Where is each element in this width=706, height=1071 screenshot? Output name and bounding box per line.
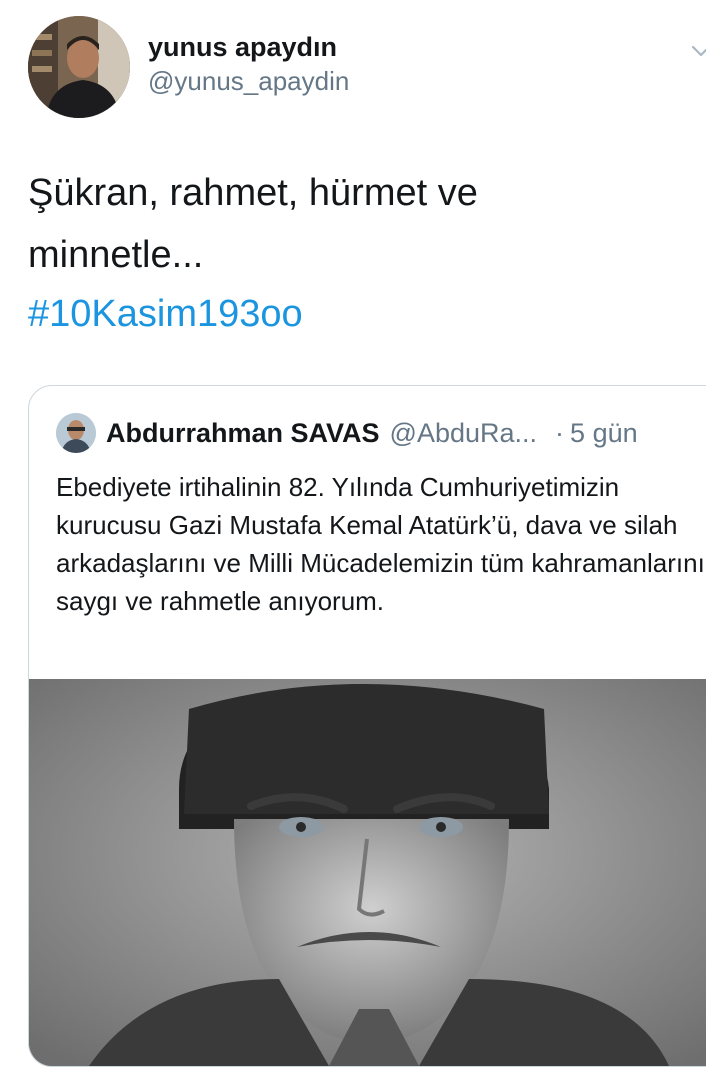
quoted-tweet-header: Abdurrahman SAVAS @AbduRa... · 5 gün: [56, 411, 638, 455]
tweet-text-line: Şükran, rahmet, hürmet ve: [28, 172, 478, 214]
quoted-author-handle: @AbduRa...: [389, 417, 538, 448]
separator-dot: ·: [555, 417, 565, 448]
quoted-tweet[interactable]: Abdurrahman SAVAS @AbduRa... · 5 gün Ebe…: [28, 385, 706, 1067]
tweet-text: Şükran, rahmet, hürmet ve minnetle...: [28, 162, 678, 286]
quoted-tweet-photo[interactable]: [29, 679, 706, 1066]
quoted-tweet-time: 5 gün: [570, 417, 638, 448]
quoted-tweet-text: Ebediyete irtihalinin 82. Yılında Cumhur…: [56, 472, 705, 616]
tweet-text-line: minnetle...: [28, 234, 204, 276]
author-handle[interactable]: @yunus_apaydin: [148, 64, 349, 98]
quoted-author-avatar: [56, 413, 96, 453]
hashtag-link[interactable]: #10Kasim193oo: [28, 288, 303, 340]
chevron-down-icon[interactable]: [690, 40, 706, 62]
author-avatar[interactable]: [28, 16, 130, 118]
author-block: yunus apaydın @yunus_apaydin: [148, 30, 349, 98]
author-name[interactable]: yunus apaydın: [148, 30, 349, 64]
quoted-author-name: Abdurrahman SAVAS: [106, 417, 380, 448]
